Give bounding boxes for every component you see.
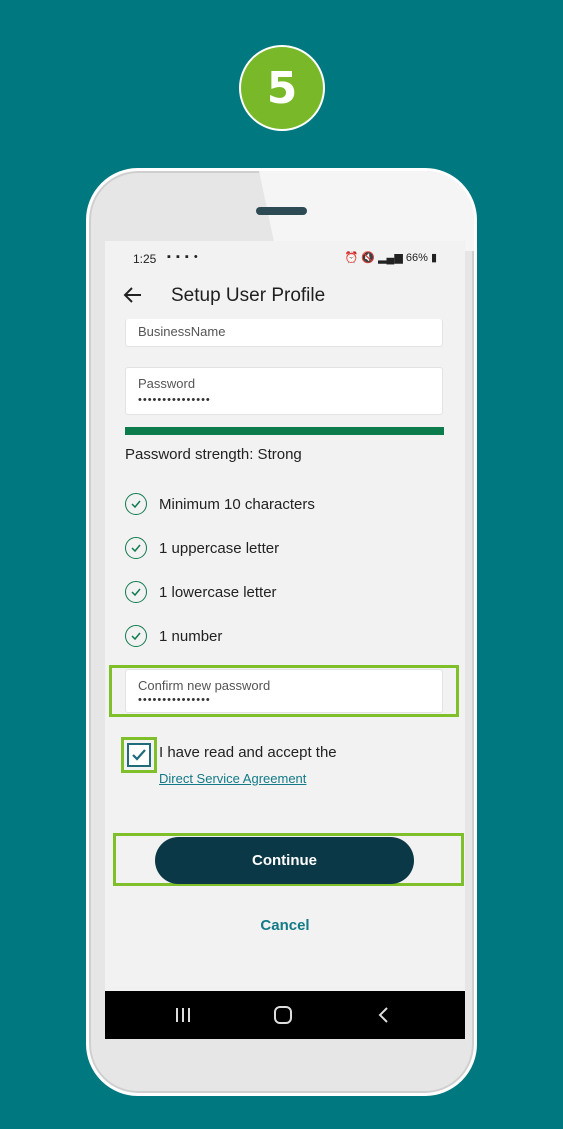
battery-status: ⏰ 🔇 ▂▄▆ 66% ▮ (345, 251, 437, 264)
check-circle-icon (125, 537, 147, 559)
password-label: Password (138, 376, 196, 391)
business-name-label: BusinessName (138, 324, 226, 339)
password-strength-text: Password strength: Strong (125, 446, 302, 463)
requirement-label: 1 lowercase letter (159, 583, 277, 601)
password-value: ••••••••••••••• (138, 394, 211, 406)
requirement-label: 1 number (159, 627, 223, 645)
phone-screen: 1:25 ▪ ▪ ▪ • ⏰ 🔇 ▂▄▆ 66% ▮ Setup User Pr… (105, 241, 465, 1039)
service-agreement-link[interactable]: Direct Service Agreement (159, 771, 306, 786)
requirement-label: Minimum 10 characters (159, 495, 315, 513)
home-icon[interactable] (271, 1003, 295, 1027)
agreement-checkbox[interactable] (121, 737, 157, 773)
continue-button[interactable]: Continue (155, 837, 414, 884)
status-time: 1:25 (133, 252, 157, 266)
confirm-password-value: ••••••••••••••• (138, 694, 211, 706)
back-arrow-icon[interactable] (121, 283, 145, 307)
check-circle-icon (125, 625, 147, 647)
status-bar: 1:25 ▪ ▪ ▪ • ⏰ 🔇 ▂▄▆ 66% ▮ (105, 241, 465, 277)
phone-frame: 1:25 ▪ ▪ ▪ • ⏰ 🔇 ▂▄▆ 66% ▮ Setup User Pr… (86, 168, 477, 1096)
checkbox-box (127, 743, 151, 767)
check-circle-icon (125, 493, 147, 515)
confirm-password-field[interactable]: Confirm new password ••••••••••••••• (125, 669, 443, 713)
step-number-badge: 5 (239, 45, 325, 131)
check-circle-icon (125, 581, 147, 603)
notification-icons: ▪ ▪ ▪ • (167, 251, 199, 263)
requirement-item: Minimum 10 characters (125, 491, 315, 517)
requirement-label: 1 uppercase letter (159, 539, 280, 557)
agreement-text: I have read and accept the (159, 744, 337, 761)
business-name-field[interactable]: BusinessName (125, 319, 443, 347)
android-nav-bar (105, 991, 465, 1039)
phone-speaker (256, 207, 307, 215)
confirm-password-label: Confirm new password (138, 678, 271, 693)
requirement-item: 1 uppercase letter (125, 535, 279, 561)
battery-icon: ▮ (427, 252, 437, 264)
password-field[interactable]: Password ••••••••••••••• (125, 367, 443, 415)
battery-percent: 66% (405, 252, 428, 264)
checkmark-icon (132, 749, 146, 761)
signal-icon: ⏰ 🔇 ▂▄▆ (344, 252, 406, 264)
page-title: Setup User Profile (171, 285, 326, 306)
password-strength-bar (125, 427, 444, 435)
back-icon[interactable] (371, 1003, 395, 1027)
cancel-button[interactable]: Cancel (105, 917, 465, 934)
recent-apps-icon[interactable] (171, 1003, 195, 1027)
requirement-item: 1 number (125, 623, 222, 649)
requirement-item: 1 lowercase letter (125, 579, 277, 605)
